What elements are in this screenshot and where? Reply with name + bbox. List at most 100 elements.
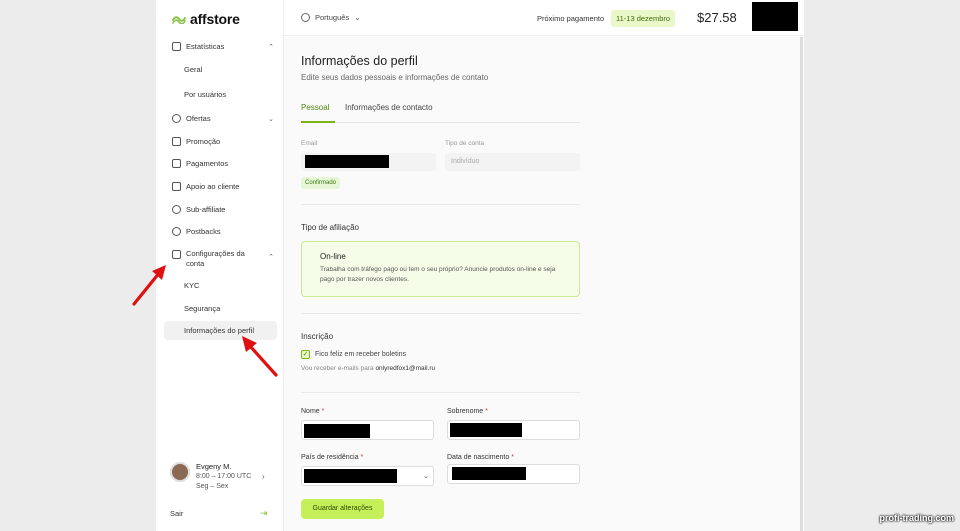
sidebar-item-label: Ofertas xyxy=(186,114,211,123)
manager-name: Evgeny M. xyxy=(196,462,232,471)
chevron-up-icon: ⌃ xyxy=(268,254,274,261)
sidebar-item-label: Estatísticas xyxy=(186,42,225,51)
sidebar-subitem-por-usuarios[interactable]: Por usuários xyxy=(184,90,226,99)
last-name-label: Sobrenome * xyxy=(447,408,488,415)
sidebar-item-apoio[interactable]: Apoio ao cliente xyxy=(172,182,284,191)
sidebar-item-postbacks[interactable]: Postbacks xyxy=(172,227,284,236)
balance-amount: $27.58 xyxy=(697,10,737,25)
chevron-right-icon[interactable]: › xyxy=(262,472,265,481)
page-title: Informações do perfil xyxy=(301,54,418,68)
account-icon xyxy=(172,250,181,259)
app-window: affstore Estatísticas ⌃ Geral Por usuári… xyxy=(156,0,804,531)
sidebar-item-ofertas[interactable]: Ofertas ⌄ xyxy=(172,114,284,123)
active-tab-indicator xyxy=(301,121,335,123)
subscription-title: Inscrição xyxy=(301,332,334,341)
profile-tabs: Pessoal Informações de contacto xyxy=(301,98,580,123)
main-content: Informações do perfil Edite seus dados p… xyxy=(284,37,804,531)
sidebar-item-label: Promoção xyxy=(186,137,221,146)
annotation-arrow-icon xyxy=(242,336,278,377)
wallet-icon xyxy=(172,159,181,168)
globe-icon xyxy=(301,13,310,22)
country-label: País de residência * xyxy=(301,454,363,461)
sidebar-item-pagamentos[interactable]: Pagamentos xyxy=(172,159,284,168)
next-payment-label: Próximo pagamento xyxy=(537,14,605,23)
sidebar-item-promocao[interactable]: Promoção xyxy=(172,137,284,146)
chevron-down-icon: ⌄ xyxy=(268,115,274,123)
first-name-label: Nome * xyxy=(301,408,324,415)
brand-logo[interactable]: affstore xyxy=(172,11,240,27)
redacted-block xyxy=(752,2,798,31)
sidebar-subitem-geral[interactable]: Geral xyxy=(184,65,202,74)
affiliation-card-description: Trabalha com tráfego pago ou tem o seu p… xyxy=(320,266,556,283)
sidebar: affstore Estatísticas ⌃ Geral Por usuári… xyxy=(156,0,284,531)
email-label: Email xyxy=(301,140,318,147)
divider xyxy=(301,204,580,205)
sidebar-item-label: Pagamentos xyxy=(186,159,229,168)
required-mark: * xyxy=(360,454,364,461)
redacted-first-name xyxy=(304,424,370,438)
affiliation-card-title: On-line xyxy=(320,252,346,261)
manager-hours: 8:00 – 17:00 UTC xyxy=(196,473,252,480)
required-mark: * xyxy=(321,408,325,415)
next-payment-badge: 11-13 dezembro xyxy=(611,10,676,27)
sidebar-item-label: Configurações da conta xyxy=(186,249,245,268)
tab-informacoes-contacto[interactable]: Informações de contacto xyxy=(345,103,433,112)
sidebar-item-estatisticas[interactable]: Estatísticas ⌃ xyxy=(172,42,284,51)
divider xyxy=(301,313,580,314)
sidebar-subitem-kyc[interactable]: KYC xyxy=(184,281,199,290)
confirmed-badge: Confirmado xyxy=(301,177,341,189)
sidebar-item-configuracoes[interactable]: Configurações da conta ⌃ xyxy=(172,249,284,269)
avatar xyxy=(170,462,190,482)
brand-name: affstore xyxy=(190,11,240,27)
language-selector[interactable]: Português ⌄ xyxy=(301,13,361,22)
manager-details: Evgeny M. 8:00 – 17:00 UTC Seg – Sex xyxy=(196,462,251,492)
chevron-down-icon: ⌄ xyxy=(423,473,429,480)
divider xyxy=(301,392,580,393)
image-icon xyxy=(172,137,181,146)
birth-date-label: Data de nascimento * xyxy=(447,454,514,461)
country-label-text: País de residência xyxy=(301,454,359,461)
redacted-birth-date xyxy=(452,467,526,480)
support-manager-card[interactable]: Evgeny M. 8:00 – 17:00 UTC Seg – Sex xyxy=(170,462,251,492)
redacted-last-name xyxy=(450,423,522,437)
sidebar-item-label: Apoio ao cliente xyxy=(186,182,240,191)
logout-link[interactable]: Sair xyxy=(170,509,183,518)
chart-icon xyxy=(172,42,181,51)
watermark: profi-trading.com xyxy=(879,513,955,523)
page-subtitle: Edite seus dados pessoais e informações … xyxy=(301,73,489,82)
account-type-label: Tipo de conta xyxy=(445,140,485,147)
redacted-email xyxy=(305,155,389,168)
top-header: Português ⌄ Próximo pagamento 11-13 deze… xyxy=(284,0,804,36)
logo-wave-icon xyxy=(172,16,186,24)
chevron-down-icon: ⌄ xyxy=(354,13,361,22)
sidebar-subitem-seguranca[interactable]: Segurança xyxy=(184,304,220,313)
newsletter-email: onlyredfox1@mail.ru xyxy=(375,365,436,372)
logout-icon[interactable]: ⇥ xyxy=(260,508,268,519)
first-name-label-text: Nome xyxy=(301,408,320,415)
book-icon xyxy=(172,182,181,191)
language-label: Português xyxy=(315,13,350,22)
manager-days: Seg – Sex xyxy=(196,483,229,490)
screenshot-frame: affstore Estatísticas ⌃ Geral Por usuári… xyxy=(0,0,960,531)
redacted-country xyxy=(304,469,397,483)
save-button[interactable]: Guardar alterações xyxy=(301,499,384,519)
tab-pessoal[interactable]: Pessoal xyxy=(301,103,329,112)
sidebar-item-sub-affiliate[interactable]: Sub-affiliate xyxy=(172,205,284,214)
newsletter-info-prefix: Vou receber e-mails para xyxy=(301,365,374,372)
newsletter-checkbox[interactable]: ✓ xyxy=(301,350,310,359)
tag-icon xyxy=(172,114,181,123)
sidebar-item-label: Postbacks xyxy=(186,227,221,236)
scrollbar[interactable] xyxy=(800,37,803,531)
sidebar-item-label: Sub-affiliate xyxy=(186,205,226,214)
affiliation-title: Tipo de afiliação xyxy=(301,223,359,232)
postback-icon xyxy=(172,227,181,236)
newsletter-info: Vou receber e-mails para onlyredfox1@mai… xyxy=(301,365,435,372)
birth-date-label-text: Data de nascimento xyxy=(447,454,510,461)
required-mark: * xyxy=(485,408,488,415)
required-mark: * xyxy=(511,454,514,461)
affiliation-card[interactable]: On-line Trabalha com tráfego pago ou tem… xyxy=(301,241,580,297)
users-icon xyxy=(172,205,181,214)
annotation-arrow-icon xyxy=(132,265,166,306)
chevron-up-icon: ⌃ xyxy=(268,43,274,51)
account-type-field: Indivíduo xyxy=(445,153,580,171)
